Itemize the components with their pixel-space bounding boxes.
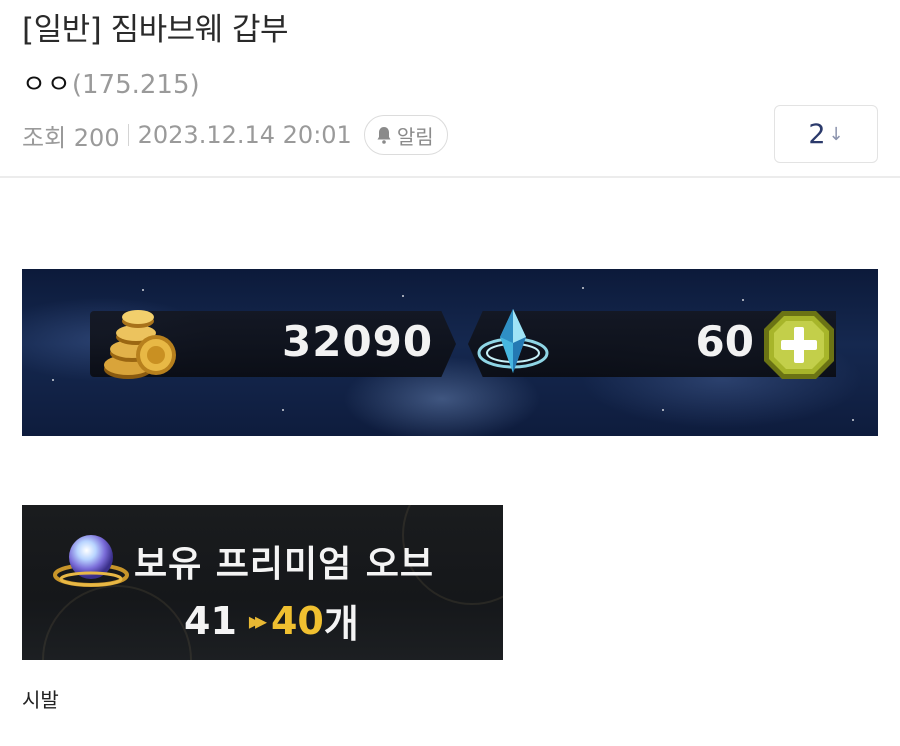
orb-count-before: 41 [184,598,237,643]
post-author[interactable]: ㅇㅇ(175.215) [22,64,200,101]
comment-jump-button[interactable]: 2 ↓ [774,105,878,163]
star-dot [582,287,584,289]
double-arrow-icon: ▸▸ [248,606,267,635]
star-dot [282,409,284,411]
header-divider [0,176,900,178]
plus-icon[interactable] [762,309,836,381]
background-ring [42,585,192,660]
star-dot [402,295,404,297]
premium-orb-count: 41 ▸▸ 40 개 [184,593,359,648]
gold-coins-icon [104,310,176,379]
star-dot [142,289,144,291]
gold-amount: 32090 [282,317,434,366]
view-count: 조회 200 [22,123,120,152]
post-body-text: 시발 [22,688,59,712]
star-dot [852,419,854,421]
post-date: 2023.12.14 20:01 [137,121,352,149]
crystal-icon [477,309,549,373]
star-dot [52,379,54,381]
orb-icon [53,535,129,587]
comment-count: 2 [808,118,826,150]
arrow-down-icon: ↓ [828,123,844,145]
gem-amount: 60 [695,317,754,366]
post-meta: 조회 200 2023.12.14 20:01 알림 [22,114,448,156]
author-ip: (175.215) [71,70,200,100]
alarm-button[interactable]: 알림 [363,115,448,155]
star-dot [662,409,664,411]
premium-orb-label: 보유 프리미엄 오브 [134,544,435,585]
alarm-label: 알림 [396,124,434,149]
author-nickname[interactable]: ㅇㅇ [22,70,72,100]
bell-icon [377,127,391,144]
orb-count-unit: 개 [323,602,359,646]
star-dot [742,299,744,301]
post-title: [일반] 짐바브웨 갑부 [22,12,289,48]
premium-orb-screenshot: 보유 프리미엄 오브 41 ▸▸ 40 개 [22,505,503,660]
meta-divider [127,124,129,146]
orb-count-after: 40 [270,598,324,643]
currency-screenshot: 32090 60 [22,269,878,436]
